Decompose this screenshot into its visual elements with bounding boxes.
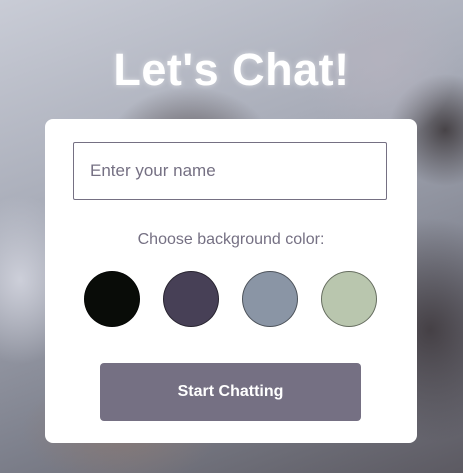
color-swatch-4[interactable] (321, 271, 377, 327)
start-form-card: Choose background color: Start Chatting (45, 119, 417, 443)
color-choice-label: Choose background color: (137, 231, 325, 248)
page-title: Let's Chat! (113, 44, 350, 95)
color-swatch-2[interactable] (163, 271, 219, 327)
name-input[interactable] (73, 142, 387, 200)
color-swatch-1[interactable] (84, 271, 140, 327)
start-chatting-button[interactable]: Start Chatting (100, 363, 361, 421)
color-swatch-3[interactable] (242, 271, 298, 327)
